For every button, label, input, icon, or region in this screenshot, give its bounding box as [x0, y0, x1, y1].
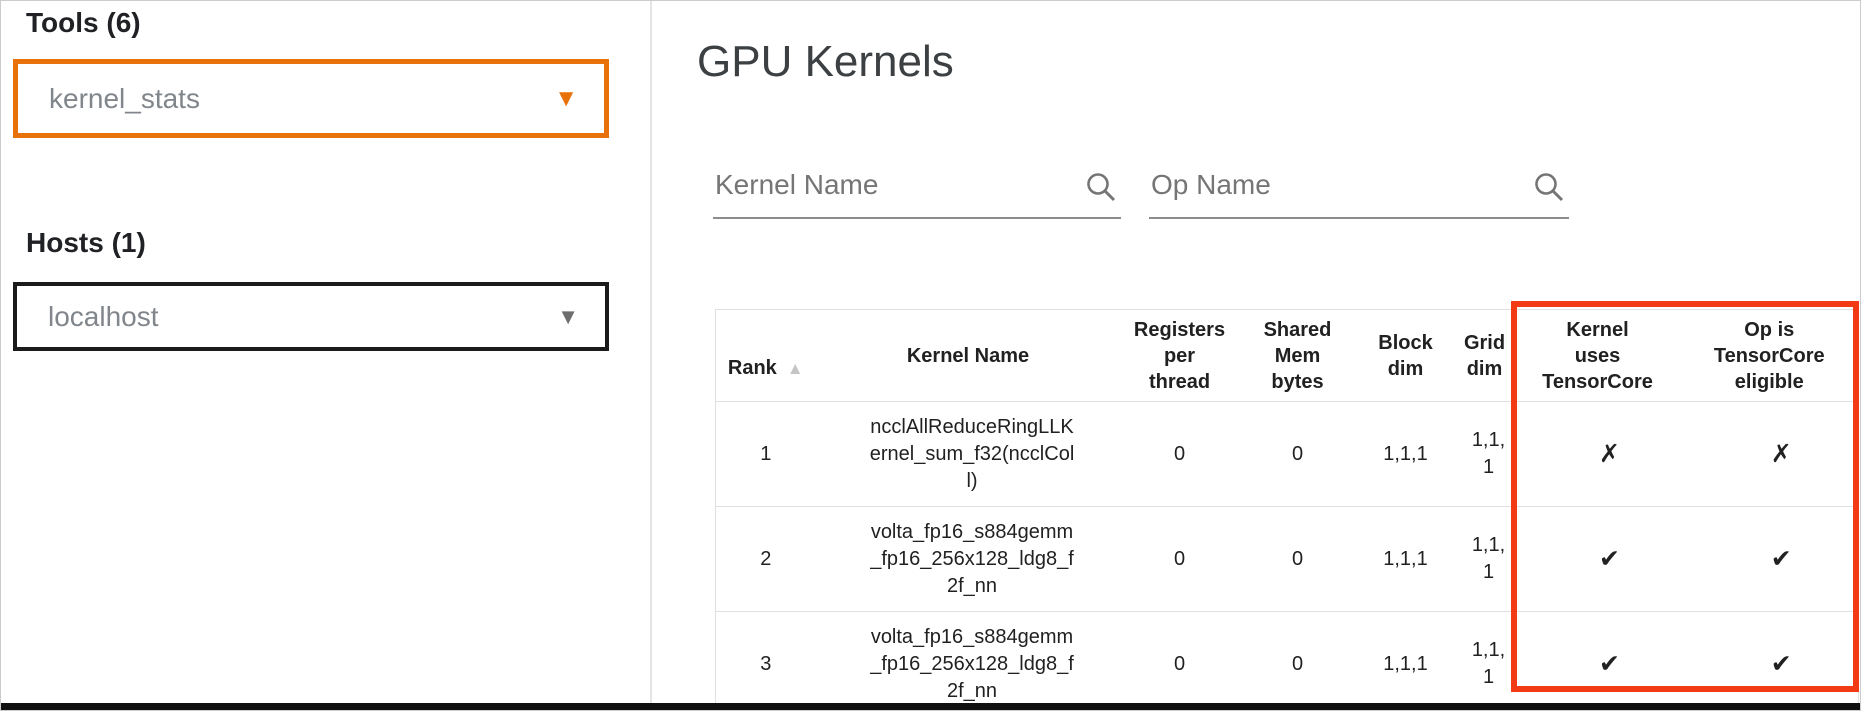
kernel-name-filter	[713, 161, 1121, 219]
table-header-row: Rank ▲ Kernel Name Registers per thread S…	[716, 310, 1859, 402]
op-is-tensorcore-eligible-cell: ✔	[1681, 507, 1859, 612]
kernel-name-input[interactable]	[715, 169, 1075, 201]
page-title: GPU Kernels	[697, 37, 954, 87]
bottom-bar	[1, 703, 1861, 711]
column-header-rank[interactable]: Rank ▲	[716, 310, 816, 402]
op-name-input[interactable]	[1151, 169, 1523, 201]
kernel-uses-tensorcore-cell: ✗	[1515, 402, 1681, 507]
column-header-rank-label: Rank	[728, 357, 777, 379]
gpu-kernels-table: Rank ▲ Kernel Name Registers per thread S…	[715, 309, 1859, 711]
rank-cell: 1	[716, 402, 816, 507]
chevron-down-icon: ▼	[557, 306, 579, 328]
kernel-name-cell: volta_fp16_s884gemm _fp16_256x128_ldg8_f…	[816, 612, 1121, 711]
column-header-shared-mem-bytes[interactable]: Shared Mem bytes	[1239, 310, 1357, 402]
rank-cell: 3	[716, 612, 816, 711]
search-icon	[1083, 169, 1119, 205]
column-header-registers-per-thread[interactable]: Registers per thread	[1121, 310, 1239, 402]
rank-cell: 2	[716, 507, 816, 612]
grid-dim-cell: 1,1, 1	[1455, 402, 1515, 507]
op-is-tensorcore-eligible-cell: ✔	[1681, 612, 1859, 711]
registers-per-thread-cell: 0	[1121, 612, 1239, 711]
grid-dim-cell: 1,1, 1	[1455, 507, 1515, 612]
column-header-block-dim[interactable]: Block dim	[1357, 310, 1455, 402]
kernel-name-cell: ncclAllReduceRingLLK ernel_sum_f32(ncclC…	[816, 402, 1121, 507]
kernel-uses-tensorcore-cell: ✔	[1515, 612, 1681, 711]
shared-mem-bytes-cell: 0	[1239, 612, 1357, 711]
grid-dim-cell: 1,1, 1	[1455, 612, 1515, 711]
block-dim-cell: 1,1,1	[1357, 507, 1455, 612]
registers-per-thread-cell: 0	[1121, 402, 1239, 507]
search-icon	[1531, 169, 1567, 205]
op-is-tensorcore-eligible-cell: ✗	[1681, 402, 1859, 507]
block-dim-cell: 1,1,1	[1357, 612, 1455, 711]
column-header-grid-dim[interactable]: Grid dim	[1455, 310, 1515, 402]
hosts-dropdown-value: localhost	[48, 301, 557, 333]
column-header-kernel-uses-tensorcore[interactable]: Kernel uses TensorCore	[1515, 310, 1681, 402]
chevron-down-icon: ▼	[554, 87, 578, 111]
tools-label: Tools (6)	[26, 7, 141, 39]
registers-per-thread-cell: 0	[1121, 507, 1239, 612]
tools-dropdown[interactable]: kernel_stats ▼	[13, 59, 609, 138]
kernel-uses-tensorcore-cell: ✔	[1515, 507, 1681, 612]
hosts-dropdown[interactable]: localhost ▼	[13, 282, 609, 351]
table-row: 2 volta_fp16_s884gemm _fp16_256x128_ldg8…	[716, 507, 1859, 612]
column-header-kernel-name[interactable]: Kernel Name	[816, 310, 1121, 402]
hosts-label: Hosts (1)	[26, 227, 146, 259]
block-dim-cell: 1,1,1	[1357, 402, 1455, 507]
table-row: 1 ncclAllReduceRingLLK ernel_sum_f32(ncc…	[716, 402, 1859, 507]
shared-mem-bytes-cell: 0	[1239, 402, 1357, 507]
profiler-page: Tools (6) kernel_stats ▼ Hosts (1) local…	[0, 0, 1861, 711]
op-name-filter	[1149, 161, 1569, 219]
kernel-name-cell: volta_fp16_s884gemm _fp16_256x128_ldg8_f…	[816, 507, 1121, 612]
column-header-op-is-tensorcore-eligible[interactable]: Op is TensorCore eligible	[1681, 310, 1859, 402]
shared-mem-bytes-cell: 0	[1239, 507, 1357, 612]
sidebar-divider	[650, 1, 652, 703]
table-row: 3 volta_fp16_s884gemm _fp16_256x128_ldg8…	[716, 612, 1859, 711]
sort-ascending-icon: ▲	[787, 359, 804, 378]
tools-dropdown-value: kernel_stats	[49, 83, 554, 115]
